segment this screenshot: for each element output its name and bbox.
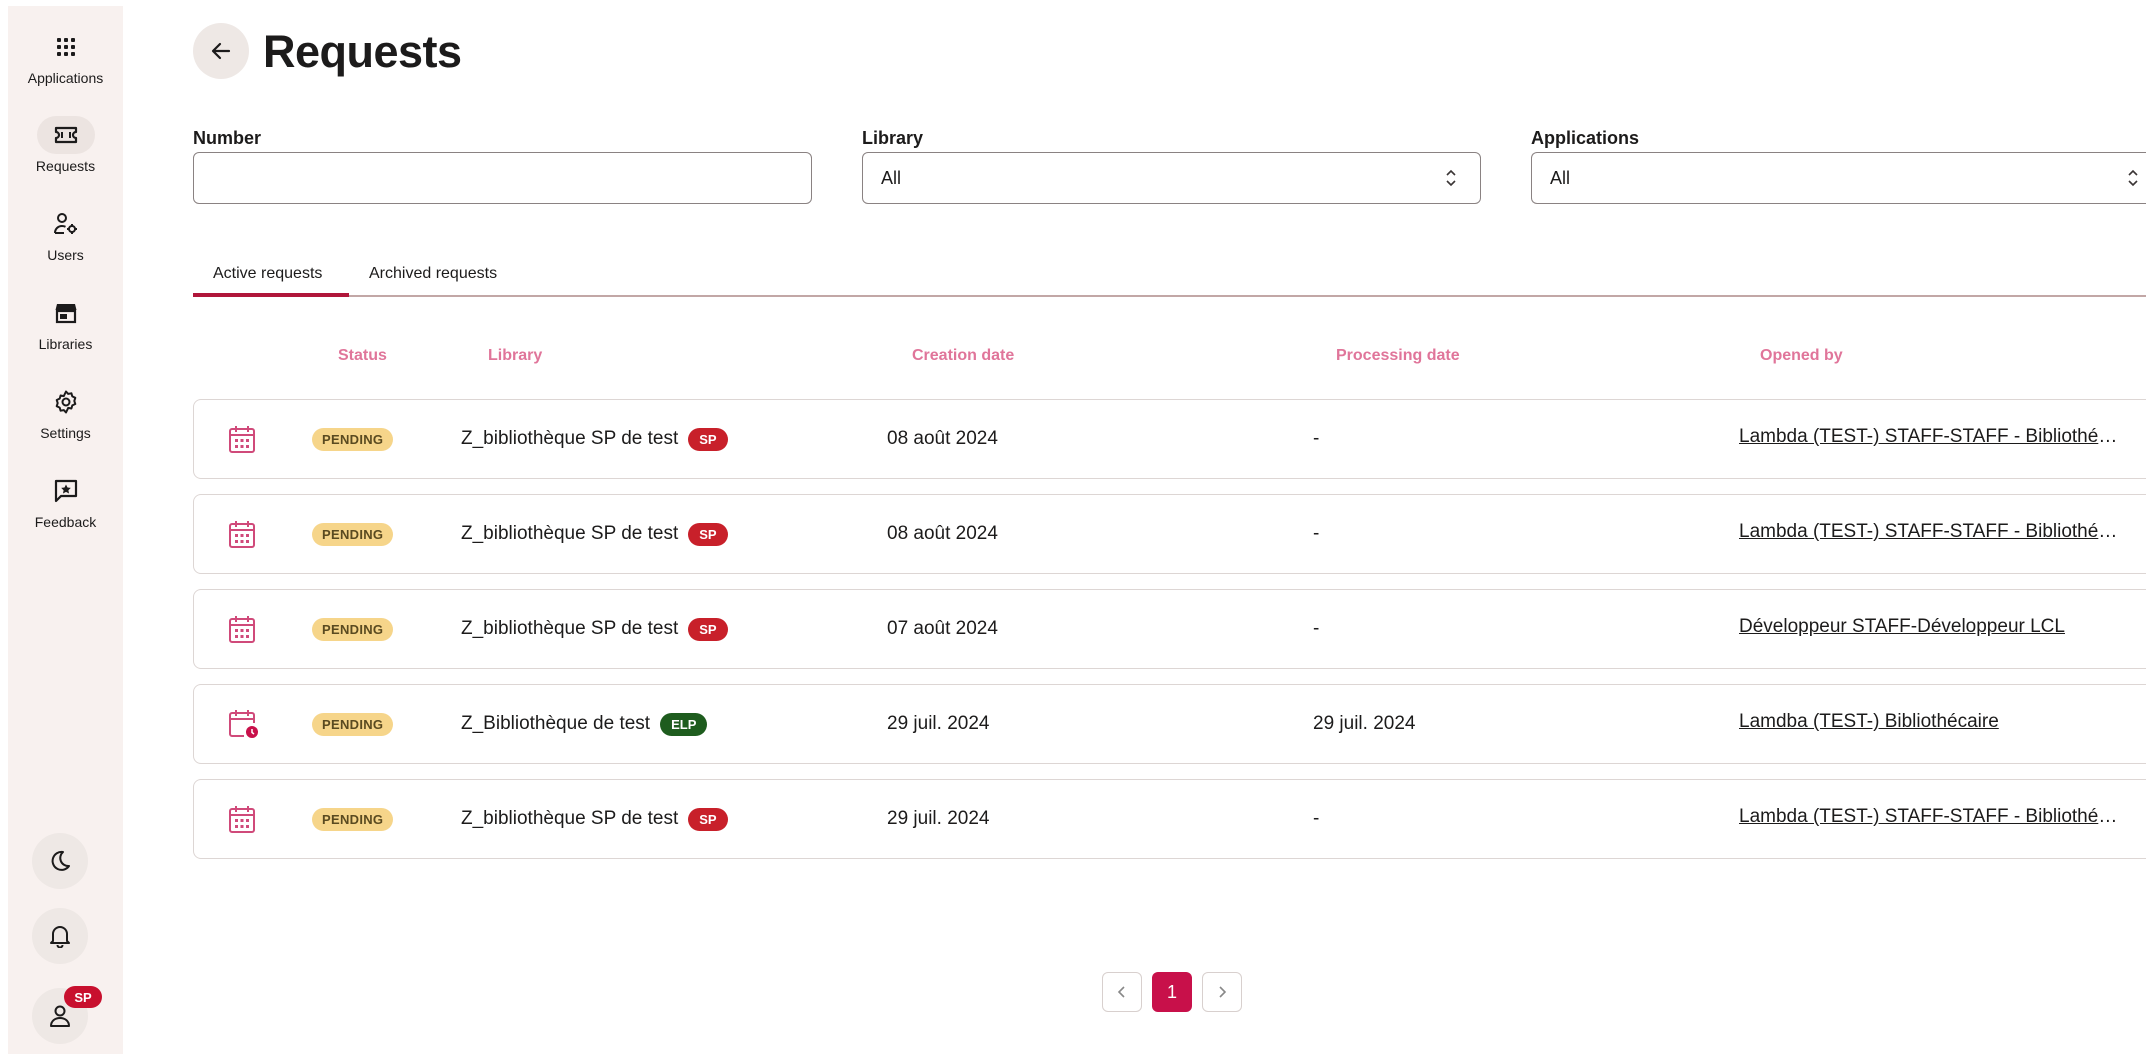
library-name: Z_bibliothèque SP de test	[461, 618, 679, 639]
back-button[interactable]	[193, 23, 249, 79]
calendar-icon	[228, 495, 256, 573]
calendar-icon	[228, 590, 256, 668]
sidebar: Applications Requests Users Libraries Se…	[8, 6, 123, 1054]
sidebar-item-settings[interactable]: Settings	[8, 383, 123, 441]
library-select[interactable]: All	[862, 152, 1481, 204]
chevron-up-down-icon	[2128, 169, 2138, 187]
opened-by-link[interactable]: Lamdba (TEST-) Bibliothécaire	[1739, 711, 1999, 733]
status-badge: PENDING	[312, 807, 394, 831]
status-badge: PENDING	[312, 617, 394, 641]
processing-date: -	[1313, 808, 1320, 829]
store-icon	[37, 294, 95, 332]
table-row[interactable]: PENDING Z_bibliothèque SP de test SP 07 aoû…	[193, 589, 2146, 669]
sidebar-item-label: Settings	[40, 425, 91, 441]
number-filter-label: Number	[193, 128, 262, 148]
arrow-left-icon	[211, 42, 231, 60]
feedback-star-icon	[37, 472, 95, 510]
column-header-opened-by[interactable]: Opened by	[1760, 347, 1843, 365]
column-header-creation-date[interactable]: Creation date	[912, 347, 1014, 365]
opened-by-link[interactable]: Lambda (TEST-) STAFF-STAFF - Bibliothéca…	[1739, 426, 2119, 448]
creation-date: 29 juil. 2024	[887, 808, 990, 829]
sidebar-item-applications[interactable]: Applications	[8, 28, 123, 86]
applications-filter-label: Applications	[1531, 128, 1640, 148]
opened-by-link[interactable]: Lambda (TEST-) STAFF-STAFF - Bibliothéca…	[1739, 806, 2119, 828]
processing-date: -	[1313, 618, 1320, 639]
library-name: Z_Bibliothèque de test	[461, 713, 651, 734]
dark-mode-button[interactable]	[32, 833, 88, 889]
calendar-clock-icon	[228, 685, 260, 763]
processing-date: -	[1313, 523, 1320, 544]
sidebar-item-requests[interactable]: Requests	[8, 116, 123, 174]
bell-icon	[50, 926, 70, 948]
users-gear-icon	[37, 205, 95, 243]
processing-date: -	[1313, 428, 1320, 449]
tabs-divider	[193, 295, 2146, 297]
library-name: Z_bibliothèque SP de test	[461, 428, 679, 449]
sidebar-item-users[interactable]: Users	[8, 205, 123, 263]
library-badge: ELP	[660, 712, 708, 736]
library-badge: SP	[688, 807, 728, 831]
library-badge: SP	[688, 427, 728, 451]
table-row[interactable]: PENDING Z_bibliothèque SP de test SP 08 aoû…	[193, 494, 2146, 574]
ticket-icon	[36, 116, 95, 154]
sidebar-item-label: Users	[47, 247, 84, 263]
moon-icon	[51, 850, 70, 871]
chevron-right-icon	[1219, 986, 1227, 998]
previous-page-button[interactable]	[1102, 972, 1142, 1012]
sidebar-item-libraries[interactable]: Libraries	[8, 294, 123, 352]
number-input[interactable]	[193, 152, 812, 204]
library-filter-label: Library	[862, 128, 924, 148]
creation-date: 08 août 2024	[887, 428, 998, 449]
opened-by-link[interactable]: Lambda (TEST-) STAFF-STAFF - Bibliothéca…	[1739, 521, 2119, 543]
notifications-button[interactable]	[32, 908, 88, 964]
library-name: Z_bibliothèque SP de test	[461, 808, 679, 829]
tab-active-requests[interactable]: Active requests	[213, 265, 322, 283]
status-badge: PENDING	[312, 522, 394, 546]
sidebar-item-label: Feedback	[34, 514, 97, 530]
column-header-library[interactable]: Library	[488, 347, 542, 365]
status-badge: PENDING	[312, 712, 394, 736]
next-page-button[interactable]	[1202, 972, 1242, 1012]
page-title: Requests	[263, 26, 462, 77]
opened-by-link[interactable]: Développeur STAFF-Développeur LCL	[1739, 616, 2065, 638]
calendar-icon	[228, 400, 256, 478]
processing-date: 29 juil. 2024	[1313, 713, 1416, 734]
active-tab-indicator	[193, 293, 349, 297]
tab-archived-requests[interactable]: Archived requests	[369, 265, 497, 283]
sidebar-item-label: Applications	[27, 70, 104, 86]
applications-select[interactable]: All	[1531, 152, 2146, 204]
user-badge: SP	[64, 986, 102, 1008]
applications-select-value: All	[1550, 167, 1571, 188]
calendar-icon	[228, 780, 256, 858]
page-number-button[interactable]: 1	[1152, 972, 1192, 1012]
table-row[interactable]: PENDING Z_bibliothèque SP de test SP 08 aoû…	[193, 399, 2146, 479]
sidebar-item-feedback[interactable]: Feedback	[8, 472, 123, 530]
user-icon	[50, 1005, 70, 1027]
creation-date: 07 août 2024	[887, 618, 998, 639]
library-select-value: All	[881, 167, 902, 188]
sidebar-item-label: Libraries	[38, 336, 93, 352]
creation-date: 29 juil. 2024	[887, 713, 990, 734]
table-row[interactable]: PENDING Z_bibliothèque SP de test SP 29 jui…	[193, 779, 2146, 859]
column-header-processing-date[interactable]: Processing date	[1336, 347, 1460, 365]
gear-icon	[37, 383, 95, 421]
chevron-up-down-icon	[1446, 169, 1456, 187]
table-row[interactable]: PENDING Z_Bibliothèque de test ELP 29 juil.…	[193, 684, 2146, 764]
library-name: Z_bibliothèque SP de test	[461, 523, 679, 544]
chevron-left-icon	[1117, 986, 1125, 998]
creation-date: 08 août 2024	[887, 523, 998, 544]
column-header-status[interactable]: Status	[338, 347, 387, 365]
sidebar-item-label: Requests	[35, 158, 96, 174]
library-badge: SP	[688, 522, 728, 546]
library-badge: SP	[688, 617, 728, 641]
status-badge: PENDING	[312, 427, 394, 451]
apps-grid-icon	[37, 28, 95, 66]
